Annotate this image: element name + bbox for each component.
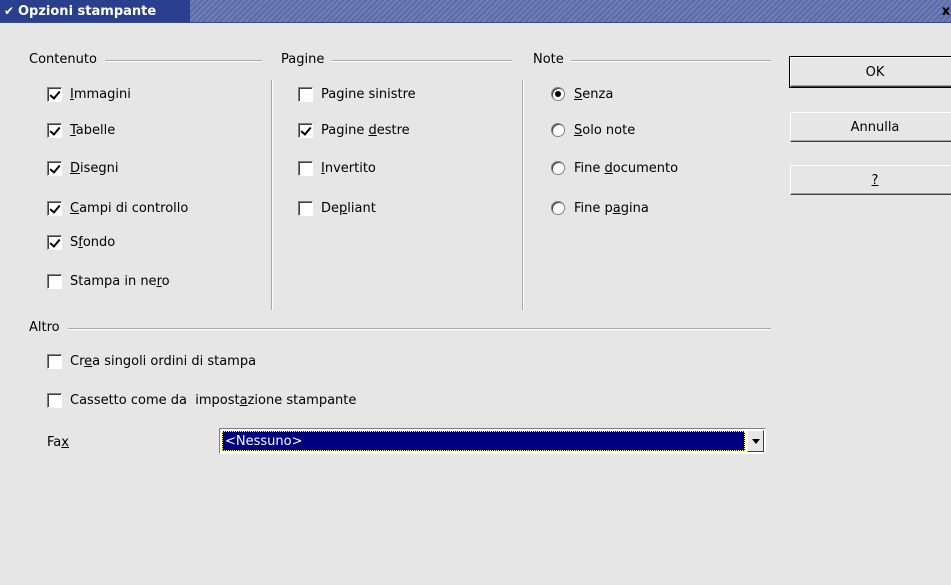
title-area: ✔ Opzioni stampante <box>0 0 190 22</box>
checkbox-label: Campi di controllo <box>70 200 189 216</box>
checkbox-campi-di-controllo[interactable]: Campi di controllo <box>47 199 188 217</box>
checkbox-crea-singoli-ordini[interactable]: Crea singoli ordini di stampa <box>47 352 256 370</box>
checkbox-label: Tabelle <box>70 122 116 138</box>
checkbox-label: Disegni <box>70 160 119 176</box>
checkbox-box[interactable] <box>47 200 62 216</box>
divider <box>522 80 524 310</box>
checkbox-label: Pagine destre <box>321 122 410 138</box>
group-title-contenuto: Contenuto <box>29 52 103 68</box>
ok-button[interactable]: OK <box>789 56 951 88</box>
checkbox-box[interactable] <box>298 86 313 102</box>
divider <box>105 60 262 62</box>
checkbox-label: Depliant <box>321 200 376 216</box>
checkbox-disegni[interactable]: Disegni <box>47 159 119 177</box>
radio-label: Solo note <box>574 122 636 138</box>
checkbox-invertito[interactable]: Invertito <box>298 159 376 177</box>
checkbox-stampa-in-nero[interactable]: Stampa in nero <box>47 272 170 290</box>
checkbox-label: Pagine sinistre <box>321 86 416 102</box>
checkbox-label: Invertito <box>321 160 376 176</box>
help-button[interactable]: ? <box>790 165 951 195</box>
divider <box>332 60 512 62</box>
fax-label: Fax <box>47 435 69 450</box>
checkbox-box[interactable] <box>47 273 62 289</box>
checkbox-label: Cassetto come da impostazione stampante <box>70 392 357 408</box>
radio-label: Senza <box>574 86 614 102</box>
checkbox-immagini[interactable]: Immagini <box>47 85 131 103</box>
checkbox-box[interactable] <box>47 86 62 102</box>
radio-fine-pagina[interactable]: Fine pagina <box>551 199 649 217</box>
radio-senza[interactable]: Senza <box>551 85 613 103</box>
group-title-pagine: Pagine <box>281 52 331 68</box>
checkbox-box[interactable] <box>298 200 313 216</box>
checkbox-label: Immagini <box>70 86 131 102</box>
checkbox-box[interactable] <box>47 160 62 176</box>
group-title-note: Note <box>533 52 570 68</box>
checkbox-label: Stampa in nero <box>70 273 170 289</box>
radio-dot[interactable] <box>551 201 565 215</box>
title-bar[interactable]: ✔ Opzioni stampante x <box>0 0 951 23</box>
radio-dot[interactable] <box>551 87 565 101</box>
checkbox-pagine-sinistre[interactable]: Pagine sinistre <box>298 85 416 103</box>
window-title: Opzioni stampante <box>18 3 157 19</box>
divider <box>571 60 771 62</box>
close-icon[interactable]: x <box>941 0 951 22</box>
group-title-altro: Altro <box>29 320 66 336</box>
checkbox-tabelle[interactable]: Tabelle <box>47 121 115 139</box>
checkbox-pagine-destre[interactable]: Pagine destre <box>298 121 410 139</box>
radio-dot[interactable] <box>551 123 565 137</box>
radio-dot[interactable] <box>551 161 565 175</box>
radio-label: Fine documento <box>574 160 679 176</box>
checkbox-sfondo[interactable]: Sfondo <box>47 233 115 251</box>
fax-select[interactable]: <Nessuno> <box>219 428 766 454</box>
checkbox-label: Crea singoli ordini di stampa <box>70 353 257 369</box>
divider <box>68 328 771 330</box>
radio-fine-documento[interactable]: Fine documento <box>551 159 678 177</box>
checkbox-box[interactable] <box>47 234 62 250</box>
cancel-button[interactable]: Annulla <box>790 112 951 142</box>
checkbox-depliant[interactable]: Depliant <box>298 199 376 217</box>
chevron-down-icon[interactable]: ✔ <box>0 0 18 22</box>
checkbox-label: Sfondo <box>70 234 116 250</box>
radio-solo-note[interactable]: Solo note <box>551 121 635 139</box>
dropdown-button[interactable] <box>747 430 764 452</box>
checkbox-box[interactable] <box>47 353 62 369</box>
radio-label: Fine pagina <box>574 200 649 216</box>
checkbox-box[interactable] <box>298 160 313 176</box>
checkbox-box[interactable] <box>298 122 313 138</box>
checkbox-box[interactable] <box>47 392 62 408</box>
checkbox-cassetto[interactable]: Cassetto come da impostazione stampante <box>47 391 356 409</box>
chevron-down-icon <box>751 438 760 444</box>
divider <box>271 80 273 310</box>
fax-select-value: <Nessuno> <box>222 431 745 451</box>
checkbox-box[interactable] <box>47 122 62 138</box>
help-label: ? <box>871 172 879 188</box>
